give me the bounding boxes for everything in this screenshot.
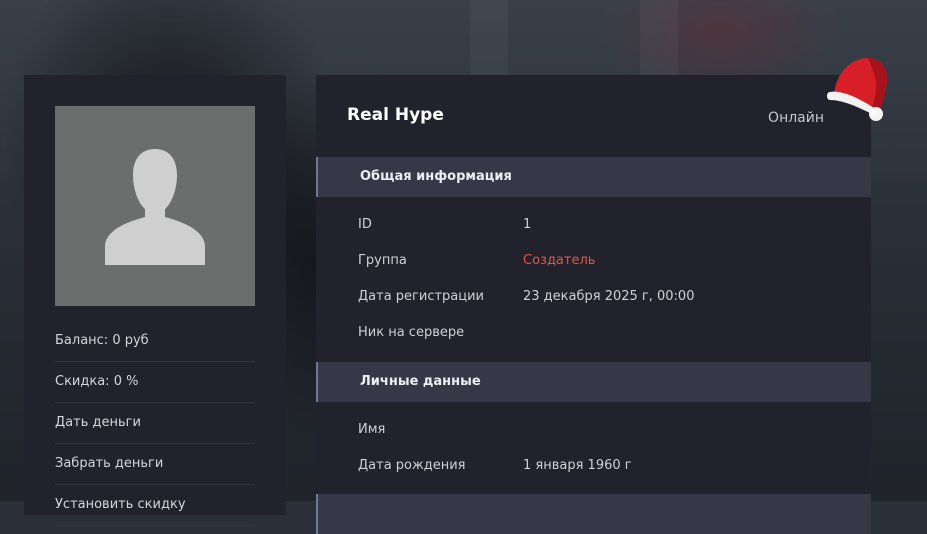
user-silhouette-icon — [105, 149, 205, 265]
info-row-registration-date: Дата регистрации 23 декабря 2025 г, 00:0… — [358, 289, 838, 309]
section-title: Общая информация — [360, 169, 512, 184]
profile-name: Real Hype — [347, 105, 444, 125]
background-detail — [470, 0, 508, 80]
row-label: Имя — [358, 422, 386, 437]
balance-item: Баланс: 0 руб — [55, 321, 255, 362]
background-detail — [640, 0, 678, 80]
info-row-id: ID 1 — [358, 217, 838, 237]
row-value: 1 января 1960 г — [523, 458, 632, 473]
santa-hat-icon — [827, 58, 888, 121]
set-discount-link[interactable]: Установить скидку — [55, 485, 255, 526]
info-row-group: Группа Создатель — [358, 253, 838, 273]
row-value: 1 — [523, 217, 532, 232]
profile-info-card: Real Hype Онлайн Общая информация ID 1 Г… — [316, 75, 871, 534]
take-money-link[interactable]: Забрать деньги — [55, 444, 255, 485]
section-general-header: Общая информация — [316, 157, 871, 197]
row-label: ID — [358, 217, 372, 232]
info-row-birth-date: Дата рождения 1 января 1960 г — [358, 458, 838, 478]
group-badge: Создатель — [523, 253, 596, 268]
section-personal-header: Личные данные — [316, 362, 871, 402]
row-value: 23 декабря 2025 г, 00:00 — [523, 289, 695, 304]
section-next-header — [316, 494, 871, 534]
info-row-server-nick: Ник на сервере — [358, 325, 838, 345]
section-title: Личные данные — [360, 374, 481, 389]
give-money-link[interactable]: Дать деньги — [55, 403, 255, 444]
row-label: Группа — [358, 253, 407, 268]
online-status: Онлайн — [768, 110, 824, 126]
row-label: Дата регистрации — [358, 289, 485, 304]
avatar[interactable] — [55, 106, 255, 306]
discount-item: Скидка: 0 % — [55, 362, 255, 403]
profile-sidebar-card: Баланс: 0 руб Скидка: 0 % Дать деньги За… — [24, 75, 286, 526]
row-label: Ник на сервере — [358, 325, 465, 340]
info-row-first-name: Имя — [358, 422, 838, 442]
row-label: Дата рождения — [358, 458, 466, 473]
balance-menu: Баланс: 0 руб Скидка: 0 % Дать деньги За… — [55, 321, 255, 526]
